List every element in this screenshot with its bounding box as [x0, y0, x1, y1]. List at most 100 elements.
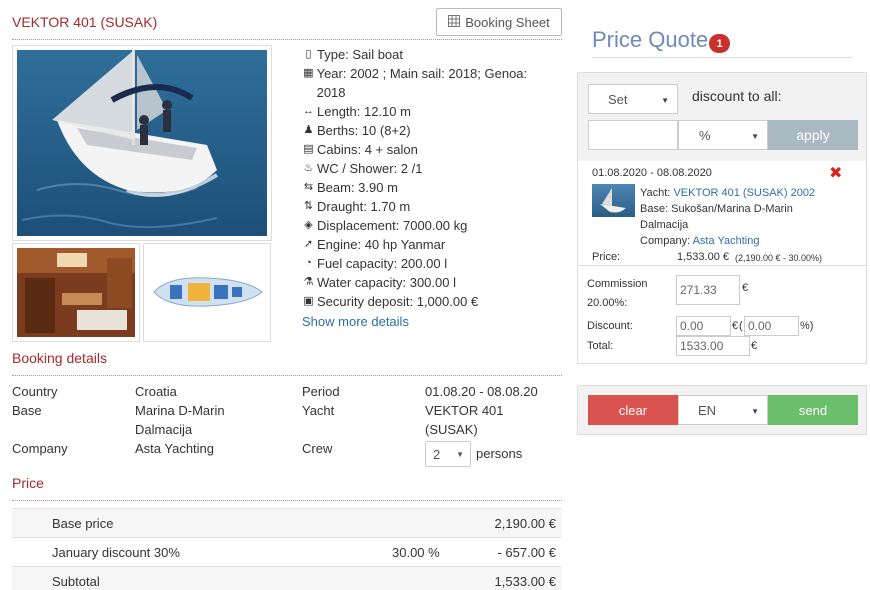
- discount-type-select[interactable]: % ▼: [678, 120, 768, 150]
- crew-unit: persons: [476, 446, 523, 461]
- spec-wc: ♨ WC / Shower: 2 /1: [303, 161, 423, 176]
- booking-details-title: Booking details: [12, 350, 107, 366]
- yacht-title: VEKTOR 401 (SUSAK): [12, 14, 158, 30]
- quote-price-label: Price:: [592, 251, 621, 263]
- commission-input[interactable]: 271.33: [676, 275, 740, 305]
- discount-value-input[interactable]: [588, 120, 678, 150]
- quote-dates: 01.08.2020 - 08.08.2020: [592, 167, 712, 179]
- spec-displacement: ◈ Displacement: 7000.00 kg: [302, 216, 552, 235]
- quote-price-value: 1,533.00 €: [677, 251, 729, 263]
- price-divider: [12, 500, 562, 501]
- dropdown-caret-icon: ▼: [661, 96, 669, 105]
- flask-icon: ⚗: [303, 276, 314, 288]
- commission-label-line1: Commission: [587, 278, 648, 290]
- price-row: January discount 30% 30.00 % - 657.00 €: [12, 537, 562, 566]
- commission-calculator: Commission 20.00%: 271.33 € Discount: 0.…: [578, 265, 866, 363]
- dropdown-caret-icon: ▼: [751, 132, 759, 141]
- interior-photo-thumbnail[interactable]: [12, 243, 140, 342]
- total-input[interactable]: 1533.00: [676, 336, 750, 356]
- spec-berths: ♟ Berths: 10 (8+2): [303, 123, 411, 138]
- beam-icon: ⇆: [303, 181, 314, 193]
- period-value: 01.08.20 - 08.08.20: [425, 384, 538, 399]
- price-title: Price: [12, 475, 44, 491]
- quote-actions-panel: clear EN ▼ send: [577, 385, 867, 435]
- spec-year: ▦ Year: 2002 ; Main sail: 2018; Genoa: 20…: [303, 66, 528, 100]
- language-select[interactable]: EN ▼: [678, 395, 768, 425]
- total-label: Total:: [587, 340, 614, 352]
- booking-sheet-label: Booking Sheet: [465, 14, 550, 30]
- door-icon: ▤: [303, 143, 314, 155]
- dropdown-caret-icon: ▼: [751, 407, 759, 416]
- remove-quote-icon[interactable]: ✖: [829, 163, 842, 183]
- quote-company-link[interactable]: Asta Yachting: [693, 235, 760, 247]
- title-divider: [12, 39, 562, 40]
- price-quote-divider: [592, 57, 852, 58]
- price-row: Base price 2,190.00 €: [12, 508, 562, 537]
- briefcase-icon: ▣: [303, 295, 314, 307]
- base-value-line2: Dalmacija: [135, 422, 193, 437]
- booking-sheet-button[interactable]: Booking Sheet: [436, 8, 562, 36]
- spec-type: ▯ Type: Sail boat: [302, 45, 552, 64]
- total-currency: €: [751, 340, 758, 352]
- cube-icon: ◈: [304, 219, 313, 231]
- quote-yacht-link[interactable]: VEKTOR 401 (SUSAK) 2002: [673, 187, 815, 199]
- crew-select[interactable]: 2 ▼: [425, 441, 471, 467]
- quote-price-detail: (2,190.00 € - 30.00%): [735, 253, 823, 263]
- yacht-value-line1: VEKTOR 401: [425, 403, 504, 418]
- fuel-icon: ◔: [305, 257, 312, 269]
- spec-water: ⚗ Water capacity: 300.00 l: [303, 275, 456, 290]
- calendar-icon: ▦: [303, 67, 314, 79]
- discount-currency: €: [732, 320, 739, 332]
- arrows-horizontal-icon: ↔: [303, 105, 314, 117]
- price-quote-panel: Set ▼ discount to all: % ▼ apply 01.08.2…: [577, 72, 867, 364]
- commission-currency: €: [742, 282, 749, 294]
- discount-paren-open: (: [739, 320, 743, 332]
- yacht-label: Yacht: [302, 403, 335, 418]
- quote-base-line2: Dalmacija: [640, 219, 689, 231]
- clear-button[interactable]: clear: [588, 395, 678, 425]
- quote-base-line1: Base: Sukošan/Marina D-Marin: [640, 203, 793, 215]
- shower-icon: ♨: [303, 162, 314, 174]
- person-icon: ♟: [303, 124, 314, 136]
- table-icon: [448, 14, 461, 30]
- quote-count-badge: 1: [709, 34, 730, 53]
- send-button[interactable]: send: [768, 395, 858, 425]
- draught-icon: ⇅: [303, 200, 314, 212]
- show-more-details-link[interactable]: Show more details: [302, 312, 552, 331]
- quote-yacht-thumbnail: [592, 184, 635, 217]
- building-icon: ▯: [305, 48, 312, 60]
- yacht-value-line2: (SUSAK): [425, 422, 478, 437]
- discount-label: Discount:: [587, 320, 633, 332]
- base-label: Base: [12, 403, 42, 418]
- spec-deposit: ▣ Security deposit: 1,000.00 €: [303, 294, 479, 309]
- price-row: Subtotal 1,533.00 €: [12, 566, 562, 590]
- discount-percent-input[interactable]: 0.00: [744, 316, 799, 336]
- yacht-specifications: ▯ Type: Sail boat ▦ Year: 2002 ; Main sail…: [302, 45, 552, 331]
- country-label: Country: [12, 384, 58, 399]
- discount-controls: Set ▼ discount to all: % ▼ apply: [578, 73, 866, 161]
- booking-details-divider: [12, 375, 562, 376]
- company-value: Asta Yachting: [135, 441, 215, 456]
- discount-paren-close: %): [800, 320, 814, 332]
- main-yacht-photo[interactable]: [12, 45, 272, 241]
- spec-fuel: ◔ Fuel capacity: 200.00 l: [302, 254, 552, 273]
- price-quote-title: Price Quote: [592, 27, 709, 52]
- price-table: Base price 2,190.00 € January discount 3…: [12, 508, 562, 590]
- layout-plan-thumbnail[interactable]: [143, 243, 271, 342]
- company-label: Company: [12, 441, 68, 456]
- rocket-icon: ➚: [303, 238, 314, 250]
- spec-beam: ⇆ Beam: 3.90 m: [303, 180, 398, 195]
- spec-length: ↔ Length: 12.10 m: [303, 104, 411, 119]
- dropdown-caret-icon: ▼: [456, 450, 464, 459]
- country-value: Croatia: [135, 384, 177, 399]
- commission-label-line2: 20.00%:: [587, 297, 628, 309]
- apply-button[interactable]: apply: [768, 120, 858, 150]
- base-value-line1: Marina D-Marin: [135, 403, 225, 418]
- spec-cabins: ▤ Cabins: 4 + salon: [303, 142, 418, 157]
- spec-engine: ➚ Engine: 40 hp Yanmar: [303, 237, 446, 252]
- spec-draught: ⇅ Draught: 1.70 m: [303, 199, 411, 214]
- discount-amount-input[interactable]: 0.00: [676, 316, 731, 336]
- set-select[interactable]: Set ▼: [588, 84, 678, 114]
- period-label: Period: [302, 384, 340, 399]
- crew-label: Crew: [302, 441, 333, 456]
